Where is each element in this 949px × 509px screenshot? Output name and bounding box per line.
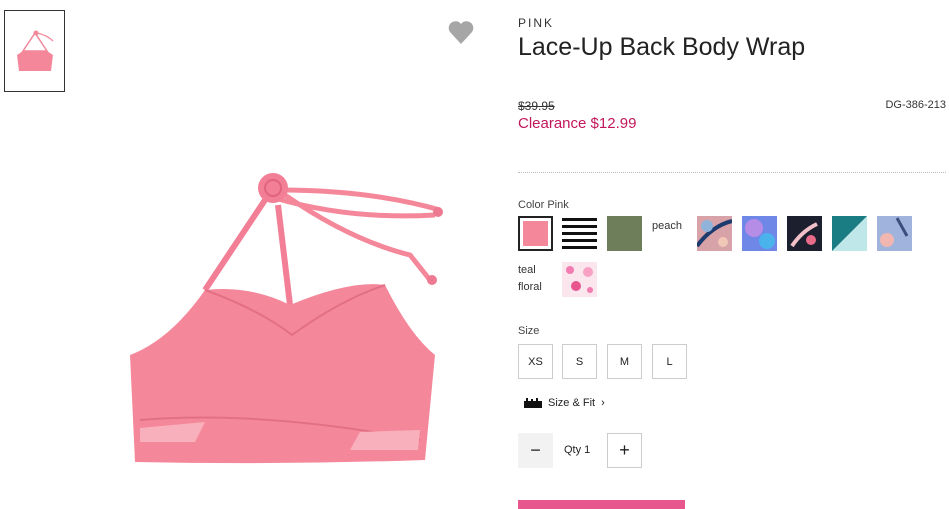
- size-option-xs[interactable]: XS: [518, 344, 553, 379]
- size-option-m[interactable]: M: [607, 344, 642, 379]
- swatch-blue-tie-dye[interactable]: [742, 216, 777, 251]
- brand-label: PINK: [518, 16, 555, 30]
- swatch-black-floral[interactable]: [787, 216, 822, 251]
- size-fit-label: Size & Fit: [548, 397, 596, 409]
- quantity-value: Qty 1: [564, 444, 591, 456]
- swatch-pink-floral[interactable]: [562, 262, 597, 297]
- ruler-icon: [524, 398, 542, 408]
- sale-price: Clearance $12.99: [518, 115, 637, 132]
- original-price: $39.95: [518, 99, 555, 113]
- product-info: PINK Lace-Up Back Body Wrap $39.95 DG-38…: [518, 0, 948, 509]
- swatch-black-stripe[interactable]: [562, 216, 597, 251]
- product-thumbnail[interactable]: [4, 10, 65, 92]
- swatch-pink[interactable]: [518, 216, 553, 251]
- swatch-teal[interactable]: [832, 216, 867, 251]
- swatch-tropical-pink[interactable]: [695, 216, 733, 251]
- swatch-olive[interactable]: [607, 216, 642, 251]
- quantity-increase-button[interactable]: +: [607, 433, 642, 468]
- add-to-bag-button[interactable]: [518, 500, 685, 509]
- chevron-right-icon: ›: [601, 397, 605, 409]
- thumbnail-image: [16, 30, 53, 71]
- divider: [518, 172, 946, 173]
- size-label: Size: [518, 325, 540, 337]
- swatch-teal-floral[interactable]: teal floral: [518, 262, 558, 296]
- main-product-image: [130, 173, 443, 464]
- size-fit-link[interactable]: Size & Fit ›: [524, 397, 605, 409]
- product-sku: DG-386-213: [885, 99, 946, 111]
- size-option-s[interactable]: S: [562, 344, 597, 379]
- heart-icon[interactable]: [447, 19, 475, 45]
- swatch-peach[interactable]: peach: [652, 218, 682, 235]
- product-title: Lace-Up Back Body Wrap: [518, 33, 806, 61]
- quantity-decrease-button[interactable]: −: [518, 433, 553, 468]
- size-option-l[interactable]: L: [652, 344, 687, 379]
- swatch-pastel-floral[interactable]: [877, 216, 912, 251]
- color-label: Color Pink: [518, 199, 569, 211]
